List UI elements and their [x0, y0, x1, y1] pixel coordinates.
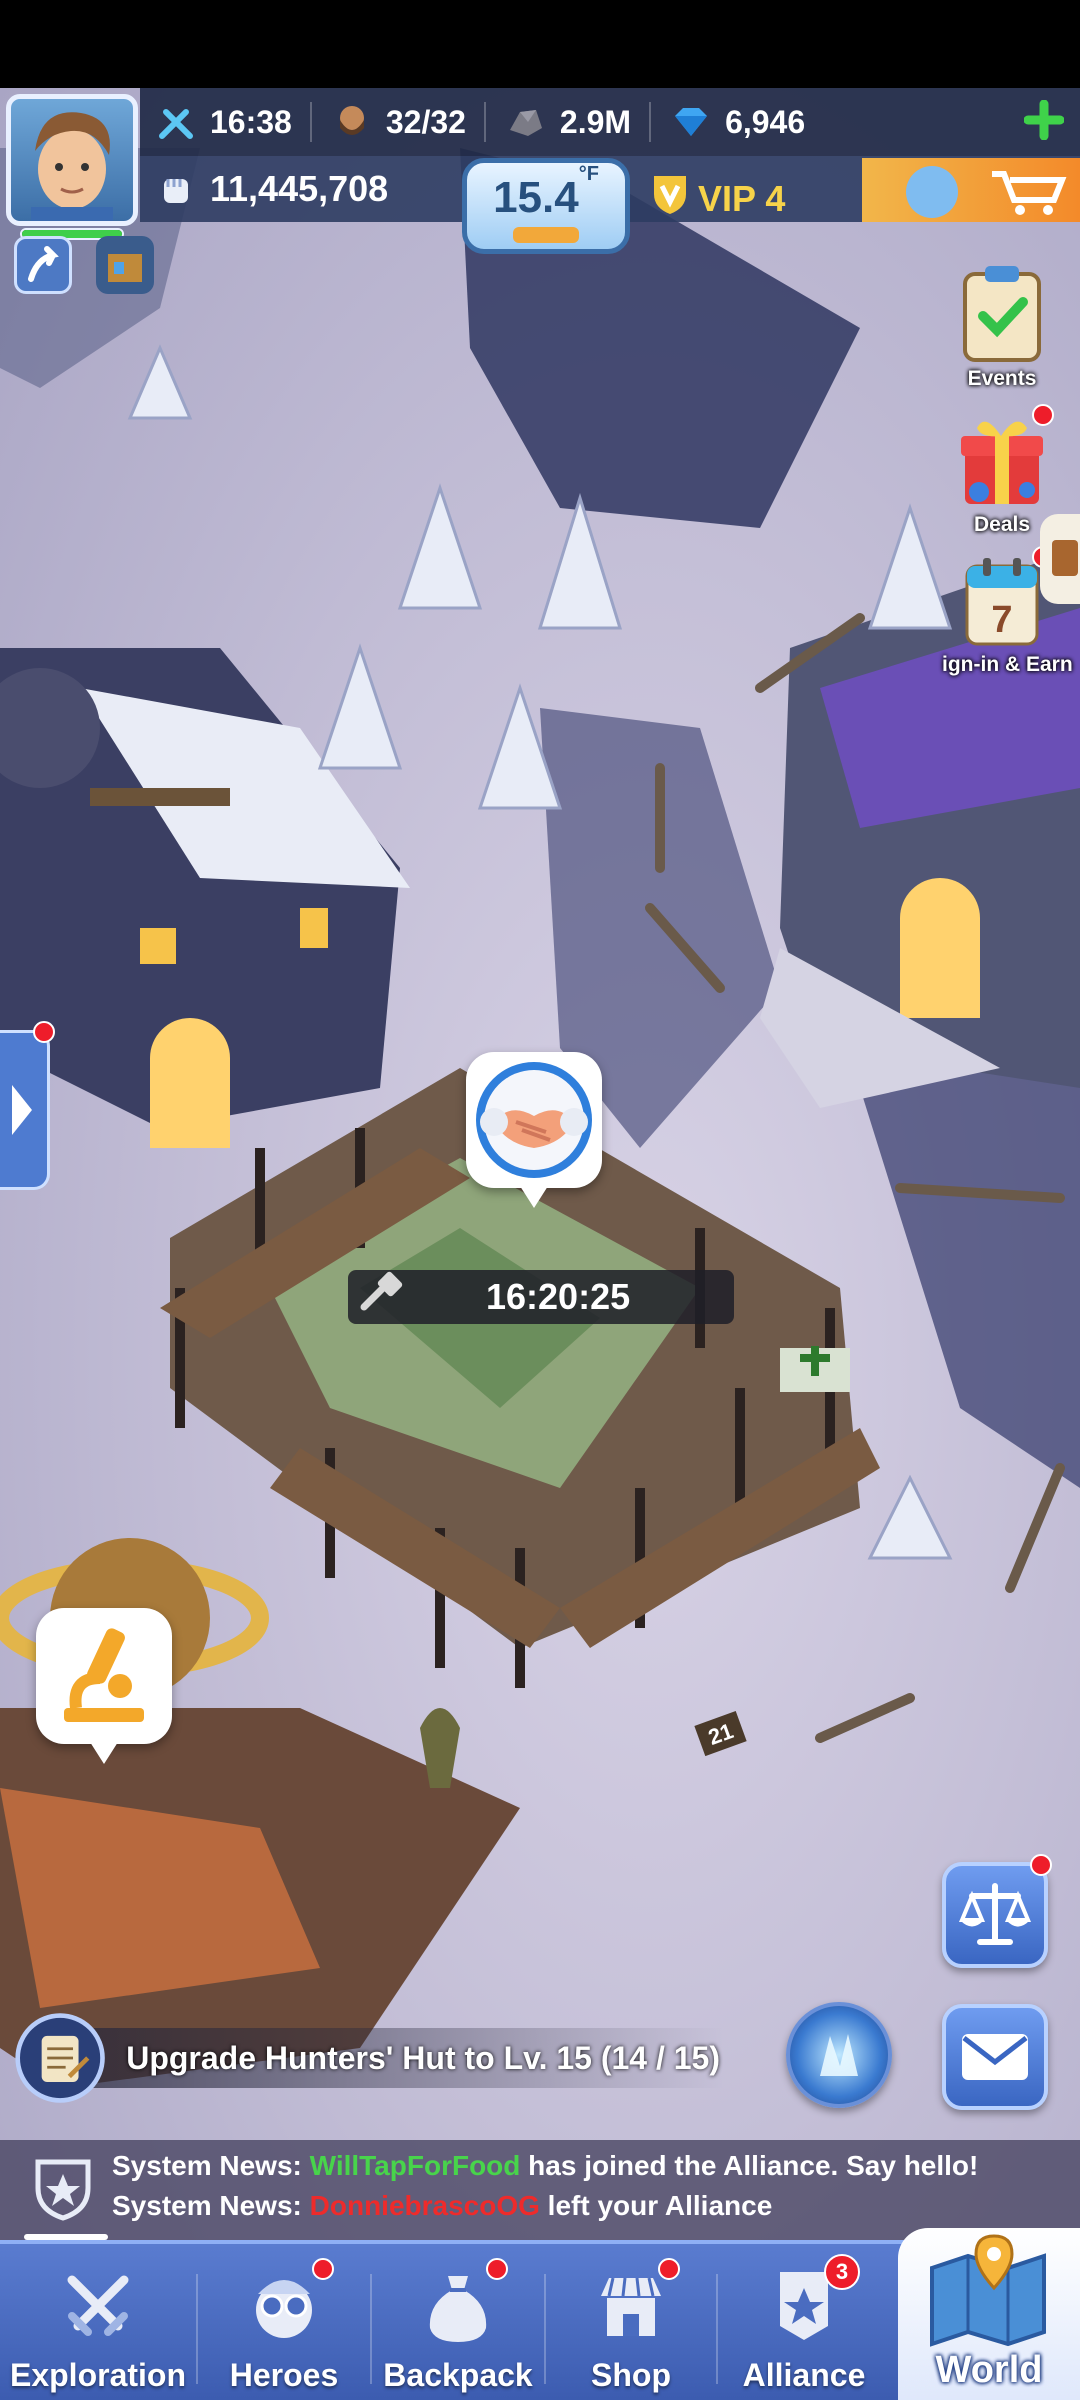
- stone-stat[interactable]: 2.9M: [504, 88, 631, 156]
- sack-icon: [418, 2266, 498, 2351]
- upgrade-arrow-button[interactable]: [14, 236, 72, 294]
- clipboard-check-icon: [963, 266, 1041, 362]
- troops-stat[interactable]: 32/32: [330, 88, 466, 156]
- sign-in-earn-label: ign-in & Earn: [942, 653, 1073, 676]
- timer-value: 16:20:25: [486, 1276, 631, 1317]
- vip-button[interactable]: VIP 4: [650, 172, 785, 225]
- news-player-name[interactable]: DonniebrascoOG: [310, 2190, 540, 2221]
- nav-world[interactable]: World: [898, 2228, 1080, 2400]
- alliance-count-badge: 3: [824, 2254, 860, 2290]
- microscope-icon: [64, 1628, 144, 1722]
- quest-tracker[interactable]: Upgrade Hunters' Hut to Lv. 15 (14 / 15): [14, 2008, 724, 2108]
- weather-orb-button[interactable]: [786, 2002, 892, 2108]
- stone-icon: [504, 100, 548, 144]
- nav-backpack[interactable]: Backpack: [372, 2244, 544, 2400]
- news-line-1: System News: WillTapForFood has joined t…: [112, 2150, 978, 2182]
- nav-shop-label: Shop: [591, 2357, 671, 2393]
- shop-offer-button[interactable]: [862, 158, 1080, 222]
- divider: [483, 102, 486, 142]
- calendar-day: 7: [991, 599, 1012, 641]
- nav-backpack-label: Backpack: [383, 2357, 533, 2393]
- nav-heroes-label: Heroes: [229, 2357, 339, 2393]
- notification-dot: [486, 2258, 508, 2280]
- fort-icon: [108, 254, 142, 282]
- tools-icon: [154, 100, 198, 144]
- quest-text: Upgrade Hunters' Hut to Lv. 15 (14 / 15): [126, 2039, 720, 2076]
- divider: [309, 102, 312, 142]
- news-message: left your Alliance: [539, 2190, 773, 2221]
- notification-dot: [33, 1021, 55, 1043]
- ice-crystal-icon: [820, 2034, 858, 2076]
- news-line-2: System News: DonniebrascoOG left your Al…: [112, 2190, 772, 2222]
- fist-icon: [154, 167, 198, 211]
- calendar-icon: 7: [965, 558, 1039, 646]
- news-player-name[interactable]: WillTapForFood: [310, 2150, 521, 2181]
- notification-dot: [1032, 404, 1054, 426]
- gems-stat[interactable]: 6,946: [669, 88, 805, 156]
- crossed-swords-icon: [58, 2266, 138, 2351]
- envelope-icon: [962, 2034, 1028, 2080]
- notification-dot: [1030, 1854, 1052, 1876]
- scroll-book-icon: [1052, 540, 1078, 576]
- time-value: 16:38: [210, 103, 292, 140]
- storefront-icon: [591, 2266, 671, 2351]
- nav-heroes[interactable]: Heroes: [198, 2244, 370, 2400]
- notification-dot: [312, 2258, 334, 2280]
- cart-icon: [906, 166, 1067, 218]
- expand-panel-tab[interactable]: [0, 1021, 55, 1190]
- resource-row: 16:38 32/32 2.9M 6,946: [140, 88, 1080, 156]
- nav-world-label: World: [935, 2349, 1043, 2391]
- vip-label: VIP 4: [698, 177, 786, 219]
- survivor-icon: [330, 100, 374, 144]
- add-gems-plus-icon[interactable]: [1023, 99, 1065, 148]
- mail-button[interactable]: [942, 2004, 1048, 2110]
- gems-value: 6,946: [725, 103, 806, 140]
- arrow-up-icon: [28, 246, 59, 282]
- scroll-quest-icon: [15, 2013, 105, 2103]
- world-map-icon: [930, 2234, 1046, 2347]
- nav-exploration-label: Exploration: [9, 2357, 186, 2393]
- news-prefix: System News:: [112, 2150, 310, 2181]
- time-stat[interactable]: 16:38: [154, 88, 292, 156]
- nav-shop[interactable]: Shop: [546, 2244, 716, 2400]
- temperature-unit: °F: [578, 163, 599, 185]
- vip-shield-icon: [650, 172, 690, 225]
- gem-icon: [669, 100, 713, 144]
- troops-value: 32/32: [385, 103, 466, 140]
- stone-value: 2.9M: [559, 103, 632, 140]
- construction-timer[interactable]: 16:20:25: [348, 1270, 734, 1324]
- system-news-ticker[interactable]: System News: WillTapForFood has joined t…: [0, 2140, 1080, 2240]
- hero-goggles-icon: [244, 2266, 324, 2351]
- news-message: has joined the Alliance. Say hello!: [520, 2150, 979, 2181]
- events-button[interactable]: Events: [942, 262, 1062, 391]
- temperature-gauge[interactable]: 15.4°F: [462, 158, 630, 254]
- news-prefix: System News:: [112, 2190, 310, 2221]
- temperature-indicator: [513, 227, 579, 243]
- notification-dot: [658, 2258, 680, 2280]
- handshake-icon: [476, 1062, 592, 1178]
- hero-shortcut-button[interactable]: [96, 236, 154, 294]
- alliance-help-bubble[interactable]: [466, 1052, 602, 1208]
- research-bubble[interactable]: [36, 1608, 172, 1764]
- chevron-right-icon: [12, 1085, 32, 1135]
- nav-alliance[interactable]: Alliance 3: [718, 2244, 890, 2400]
- side-scroll-tab[interactable]: [1040, 514, 1080, 604]
- divider: [649, 102, 652, 142]
- trade-balance-button[interactable]: [942, 1854, 1052, 1968]
- signpost: 21: [694, 1710, 747, 1757]
- hero-portrait-icon: [31, 112, 113, 221]
- power-value: 11,445,708: [210, 168, 389, 209]
- nav-exploration[interactable]: Exploration: [0, 2244, 196, 2400]
- nav-alliance-label: Alliance: [742, 2357, 866, 2393]
- hammer-icon: [354, 1271, 404, 1324]
- player-avatar[interactable]: [6, 94, 138, 226]
- alliance-shield-icon: [35, 2159, 91, 2221]
- scale-icon: [959, 1883, 1031, 1945]
- power-stat[interactable]: 11,445,708: [154, 156, 388, 222]
- temperature-value: 15.4: [493, 173, 579, 222]
- events-label: Events: [967, 367, 1037, 390]
